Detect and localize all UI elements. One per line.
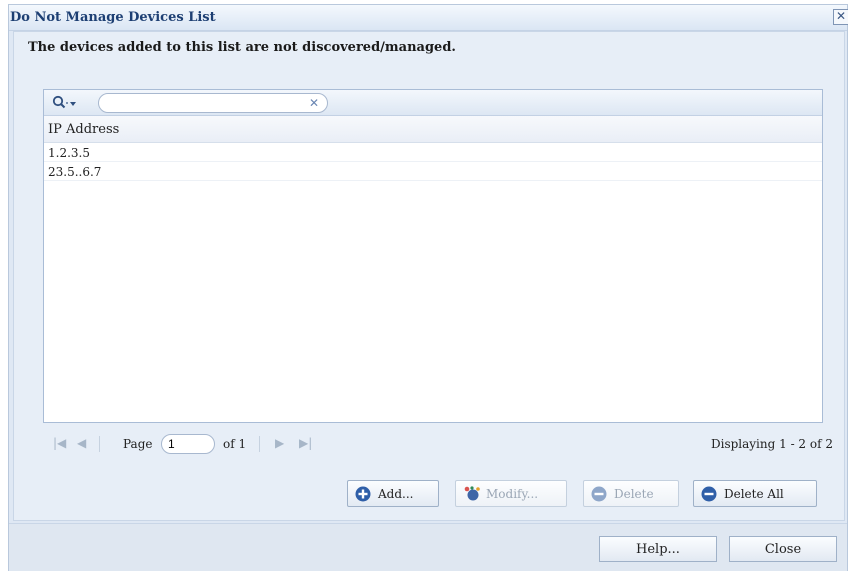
last-page-icon[interactable]: ▶| xyxy=(299,436,312,450)
dialog-title: Do Not Manage Devices List xyxy=(10,10,216,25)
column-header-ip-address[interactable]: IP Address xyxy=(44,116,822,143)
modify-button[interactable]: Modify... xyxy=(455,480,567,507)
pager-separator xyxy=(99,436,100,452)
delete-all-icon xyxy=(701,486,717,502)
modify-button-label: Modify... xyxy=(486,487,539,501)
page-label: Page xyxy=(123,437,153,451)
clear-search-icon[interactable]: ✕ xyxy=(308,97,320,109)
help-button[interactable]: Help... xyxy=(599,536,717,562)
dialog-footer: Help... Close xyxy=(9,523,847,571)
add-icon xyxy=(355,486,371,502)
previous-page-icon[interactable]: ◀ xyxy=(77,436,86,450)
description-text: The devices added to this list are not d… xyxy=(28,40,456,55)
add-button[interactable]: Add... xyxy=(347,480,439,507)
close-icon[interactable]: ✕ xyxy=(833,9,848,25)
delete-button[interactable]: Delete xyxy=(583,480,679,507)
table-row[interactable]: 1.2.3.5 xyxy=(44,143,822,162)
devices-grid: ✕ IP Address 1.2.3.5 23.5..6.7 xyxy=(43,89,823,423)
do-not-manage-dialog: Do Not Manage Devices List ✕ The devices… xyxy=(8,4,848,571)
table-row[interactable]: 23.5..6.7 xyxy=(44,162,822,181)
delete-button-label: Delete xyxy=(614,487,654,501)
page-count-label: of 1 xyxy=(223,437,247,451)
grid-toolbar: ✕ xyxy=(44,90,822,116)
delete-all-button[interactable]: Delete All xyxy=(693,480,817,507)
displaying-info: Displaying 1 - 2 of 2 xyxy=(710,437,833,451)
page-number-input[interactable] xyxy=(161,434,215,454)
modify-icon xyxy=(463,486,480,502)
delete-icon xyxy=(591,486,607,502)
next-page-icon[interactable]: ▶ xyxy=(275,436,284,450)
dialog-titlebar[interactable]: Do Not Manage Devices List ✕ xyxy=(9,5,848,31)
add-button-label: Add... xyxy=(378,487,414,501)
close-button[interactable]: Close xyxy=(729,536,837,562)
first-page-icon[interactable]: |◀ xyxy=(53,436,66,450)
search-icon[interactable] xyxy=(52,95,78,111)
pager-separator xyxy=(259,436,260,452)
search-input[interactable] xyxy=(98,93,328,113)
pagination-bar: |◀ ◀ Page of 1 ▶ ▶| Displaying 1 - 2 of … xyxy=(43,431,833,457)
delete-all-button-label: Delete All xyxy=(724,487,784,501)
